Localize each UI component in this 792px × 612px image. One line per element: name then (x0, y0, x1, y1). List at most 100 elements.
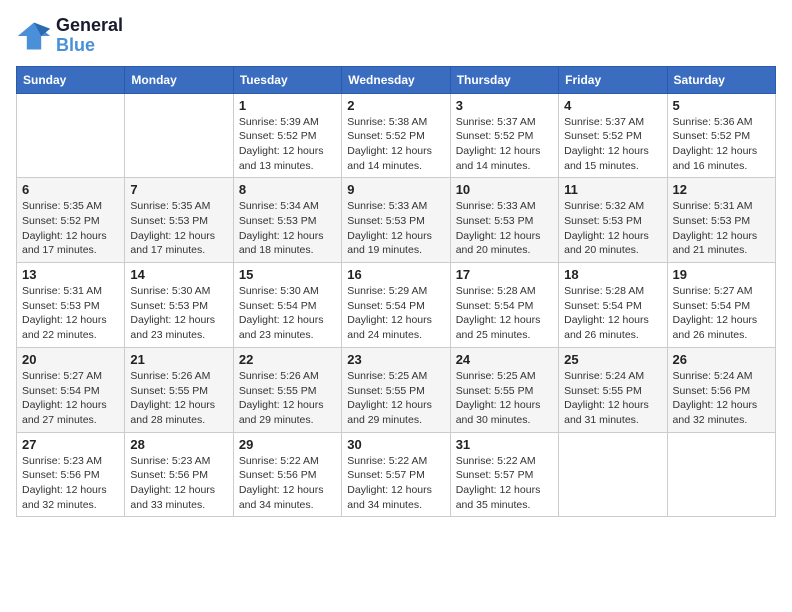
day-detail: Sunrise: 5:28 AM Sunset: 5:54 PM Dayligh… (564, 284, 661, 343)
day-detail: Sunrise: 5:23 AM Sunset: 5:56 PM Dayligh… (22, 454, 119, 513)
day-number: 24 (456, 352, 553, 367)
calendar-cell: 7 Sunrise: 5:35 AM Sunset: 5:53 PM Daylig… (125, 178, 233, 263)
calendar-week-5: 27Sunrise: 5:23 AM Sunset: 5:56 PM Dayli… (17, 432, 776, 517)
day-number: 11 (564, 182, 661, 197)
calendar-cell: 23Sunrise: 5:25 AM Sunset: 5:55 PM Dayli… (342, 347, 450, 432)
day-number: 17 (456, 267, 553, 282)
calendar-cell (17, 93, 125, 178)
day-detail: Sunrise: 5:38 AM Sunset: 5:52 PM Dayligh… (347, 115, 444, 174)
day-detail: Sunrise: 5:33 AM Sunset: 5:53 PM Dayligh… (456, 199, 553, 258)
calendar-cell: 20 Sunrise: 5:27 AM Sunset: 5:54 PM Dayli… (17, 347, 125, 432)
day-number: 26 (673, 352, 770, 367)
day-detail: Sunrise: 5:29 AM Sunset: 5:54 PM Dayligh… (347, 284, 444, 343)
day-detail: Sunrise: 5:32 AM Sunset: 5:53 PM Dayligh… (564, 199, 661, 258)
day-number: 5 (673, 98, 770, 113)
col-header-friday: Friday (559, 66, 667, 93)
day-detail: Sunrise: 5:23 AM Sunset: 5:56 PM Dayligh… (130, 454, 227, 513)
day-detail: Sunrise: 5:37 AM Sunset: 5:52 PM Dayligh… (456, 115, 553, 174)
calendar-cell: 10 Sunrise: 5:33 AM Sunset: 5:53 PM Dayli… (450, 178, 558, 263)
calendar-cell: 3 Sunrise: 5:37 AM Sunset: 5:52 PM Daylig… (450, 93, 558, 178)
day-detail: Sunrise: 5:26 AM Sunset: 5:55 PM Dayligh… (130, 369, 227, 428)
day-detail: Sunrise: 5:27 AM Sunset: 5:54 PM Dayligh… (22, 369, 119, 428)
calendar-cell: 29Sunrise: 5:22 AM Sunset: 5:56 PM Dayli… (233, 432, 341, 517)
calendar-table: SundayMondayTuesdayWednesdayThursdayFrid… (16, 66, 776, 518)
calendar-cell: 21 Sunrise: 5:26 AM Sunset: 5:55 PM Dayli… (125, 347, 233, 432)
calendar-week-2: 6Sunrise: 5:35 AM Sunset: 5:52 PM Daylig… (17, 178, 776, 263)
day-detail: Sunrise: 5:34 AM Sunset: 5:53 PM Dayligh… (239, 199, 336, 258)
day-number: 2 (347, 98, 444, 113)
day-number: 21 (130, 352, 227, 367)
day-number: 14 (130, 267, 227, 282)
day-number: 10 (456, 182, 553, 197)
calendar-cell: 1Sunrise: 5:39 AM Sunset: 5:52 PM Daylig… (233, 93, 341, 178)
day-number: 31 (456, 437, 553, 452)
calendar-cell: 27Sunrise: 5:23 AM Sunset: 5:56 PM Dayli… (17, 432, 125, 517)
col-header-monday: Monday (125, 66, 233, 93)
day-number: 8 (239, 182, 336, 197)
day-detail: Sunrise: 5:37 AM Sunset: 5:52 PM Dayligh… (564, 115, 661, 174)
calendar-week-3: 13 Sunrise: 5:31 AM Sunset: 5:53 PM Dayli… (17, 263, 776, 348)
calendar-week-4: 20 Sunrise: 5:27 AM Sunset: 5:54 PM Dayli… (17, 347, 776, 432)
day-detail: Sunrise: 5:30 AM Sunset: 5:53 PM Dayligh… (130, 284, 227, 343)
day-number: 4 (564, 98, 661, 113)
page-header: General Blue (16, 16, 776, 56)
day-number: 25 (564, 352, 661, 367)
day-number: 23 (347, 352, 444, 367)
calendar-cell (559, 432, 667, 517)
calendar-cell: 19 Sunrise: 5:27 AM Sunset: 5:54 PM Dayli… (667, 263, 775, 348)
calendar-cell: 16 Sunrise: 5:29 AM Sunset: 5:54 PM Dayli… (342, 263, 450, 348)
calendar-cell: 8 Sunrise: 5:34 AM Sunset: 5:53 PM Daylig… (233, 178, 341, 263)
logo-text: General Blue (56, 16, 123, 56)
logo: General Blue (16, 16, 123, 56)
day-detail: Sunrise: 5:36 AM Sunset: 5:52 PM Dayligh… (673, 115, 770, 174)
day-detail: Sunrise: 5:26 AM Sunset: 5:55 PM Dayligh… (239, 369, 336, 428)
day-number: 13 (22, 267, 119, 282)
day-number: 22 (239, 352, 336, 367)
day-number: 20 (22, 352, 119, 367)
calendar-cell: 4 Sunrise: 5:37 AM Sunset: 5:52 PM Daylig… (559, 93, 667, 178)
calendar-cell: 30 Sunrise: 5:22 AM Sunset: 5:57 PM Dayli… (342, 432, 450, 517)
day-detail: Sunrise: 5:30 AM Sunset: 5:54 PM Dayligh… (239, 284, 336, 343)
calendar-cell: 24Sunrise: 5:25 AM Sunset: 5:55 PM Dayli… (450, 347, 558, 432)
calendar-cell: 11 Sunrise: 5:32 AM Sunset: 5:53 PM Dayli… (559, 178, 667, 263)
calendar-cell: 15 Sunrise: 5:30 AM Sunset: 5:54 PM Dayli… (233, 263, 341, 348)
calendar-cell: 6Sunrise: 5:35 AM Sunset: 5:52 PM Daylig… (17, 178, 125, 263)
calendar-cell: 5 Sunrise: 5:36 AM Sunset: 5:52 PM Daylig… (667, 93, 775, 178)
day-detail: Sunrise: 5:24 AM Sunset: 5:56 PM Dayligh… (673, 369, 770, 428)
day-detail: Sunrise: 5:31 AM Sunset: 5:53 PM Dayligh… (673, 199, 770, 258)
calendar-cell: 22 Sunrise: 5:26 AM Sunset: 5:55 PM Dayli… (233, 347, 341, 432)
day-number: 6 (22, 182, 119, 197)
col-header-saturday: Saturday (667, 66, 775, 93)
day-detail: Sunrise: 5:27 AM Sunset: 5:54 PM Dayligh… (673, 284, 770, 343)
calendar-cell: 9Sunrise: 5:33 AM Sunset: 5:53 PM Daylig… (342, 178, 450, 263)
calendar-cell (125, 93, 233, 178)
day-detail: Sunrise: 5:24 AM Sunset: 5:55 PM Dayligh… (564, 369, 661, 428)
day-number: 7 (130, 182, 227, 197)
day-number: 1 (239, 98, 336, 113)
calendar-cell: 25 Sunrise: 5:24 AM Sunset: 5:55 PM Dayli… (559, 347, 667, 432)
calendar-cell: 12 Sunrise: 5:31 AM Sunset: 5:53 PM Dayli… (667, 178, 775, 263)
col-header-sunday: Sunday (17, 66, 125, 93)
day-detail: Sunrise: 5:31 AM Sunset: 5:53 PM Dayligh… (22, 284, 119, 343)
day-number: 30 (347, 437, 444, 452)
calendar-cell: 2 Sunrise: 5:38 AM Sunset: 5:52 PM Daylig… (342, 93, 450, 178)
calendar-week-1: 1Sunrise: 5:39 AM Sunset: 5:52 PM Daylig… (17, 93, 776, 178)
calendar-cell: 13 Sunrise: 5:31 AM Sunset: 5:53 PM Dayli… (17, 263, 125, 348)
day-detail: Sunrise: 5:35 AM Sunset: 5:53 PM Dayligh… (130, 199, 227, 258)
day-detail: Sunrise: 5:22 AM Sunset: 5:57 PM Dayligh… (456, 454, 553, 513)
day-number: 15 (239, 267, 336, 282)
calendar-cell (667, 432, 775, 517)
calendar-cell: 26 Sunrise: 5:24 AM Sunset: 5:56 PM Dayli… (667, 347, 775, 432)
day-number: 16 (347, 267, 444, 282)
day-number: 28 (130, 437, 227, 452)
calendar-cell: 31 Sunrise: 5:22 AM Sunset: 5:57 PM Dayli… (450, 432, 558, 517)
day-number: 3 (456, 98, 553, 113)
day-detail: Sunrise: 5:22 AM Sunset: 5:57 PM Dayligh… (347, 454, 444, 513)
calendar-cell: 18Sunrise: 5:28 AM Sunset: 5:54 PM Dayli… (559, 263, 667, 348)
day-detail: Sunrise: 5:28 AM Sunset: 5:54 PM Dayligh… (456, 284, 553, 343)
day-number: 19 (673, 267, 770, 282)
col-header-wednesday: Wednesday (342, 66, 450, 93)
day-detail: Sunrise: 5:33 AM Sunset: 5:53 PM Dayligh… (347, 199, 444, 258)
day-number: 12 (673, 182, 770, 197)
calendar-cell: 17 Sunrise: 5:28 AM Sunset: 5:54 PM Dayli… (450, 263, 558, 348)
